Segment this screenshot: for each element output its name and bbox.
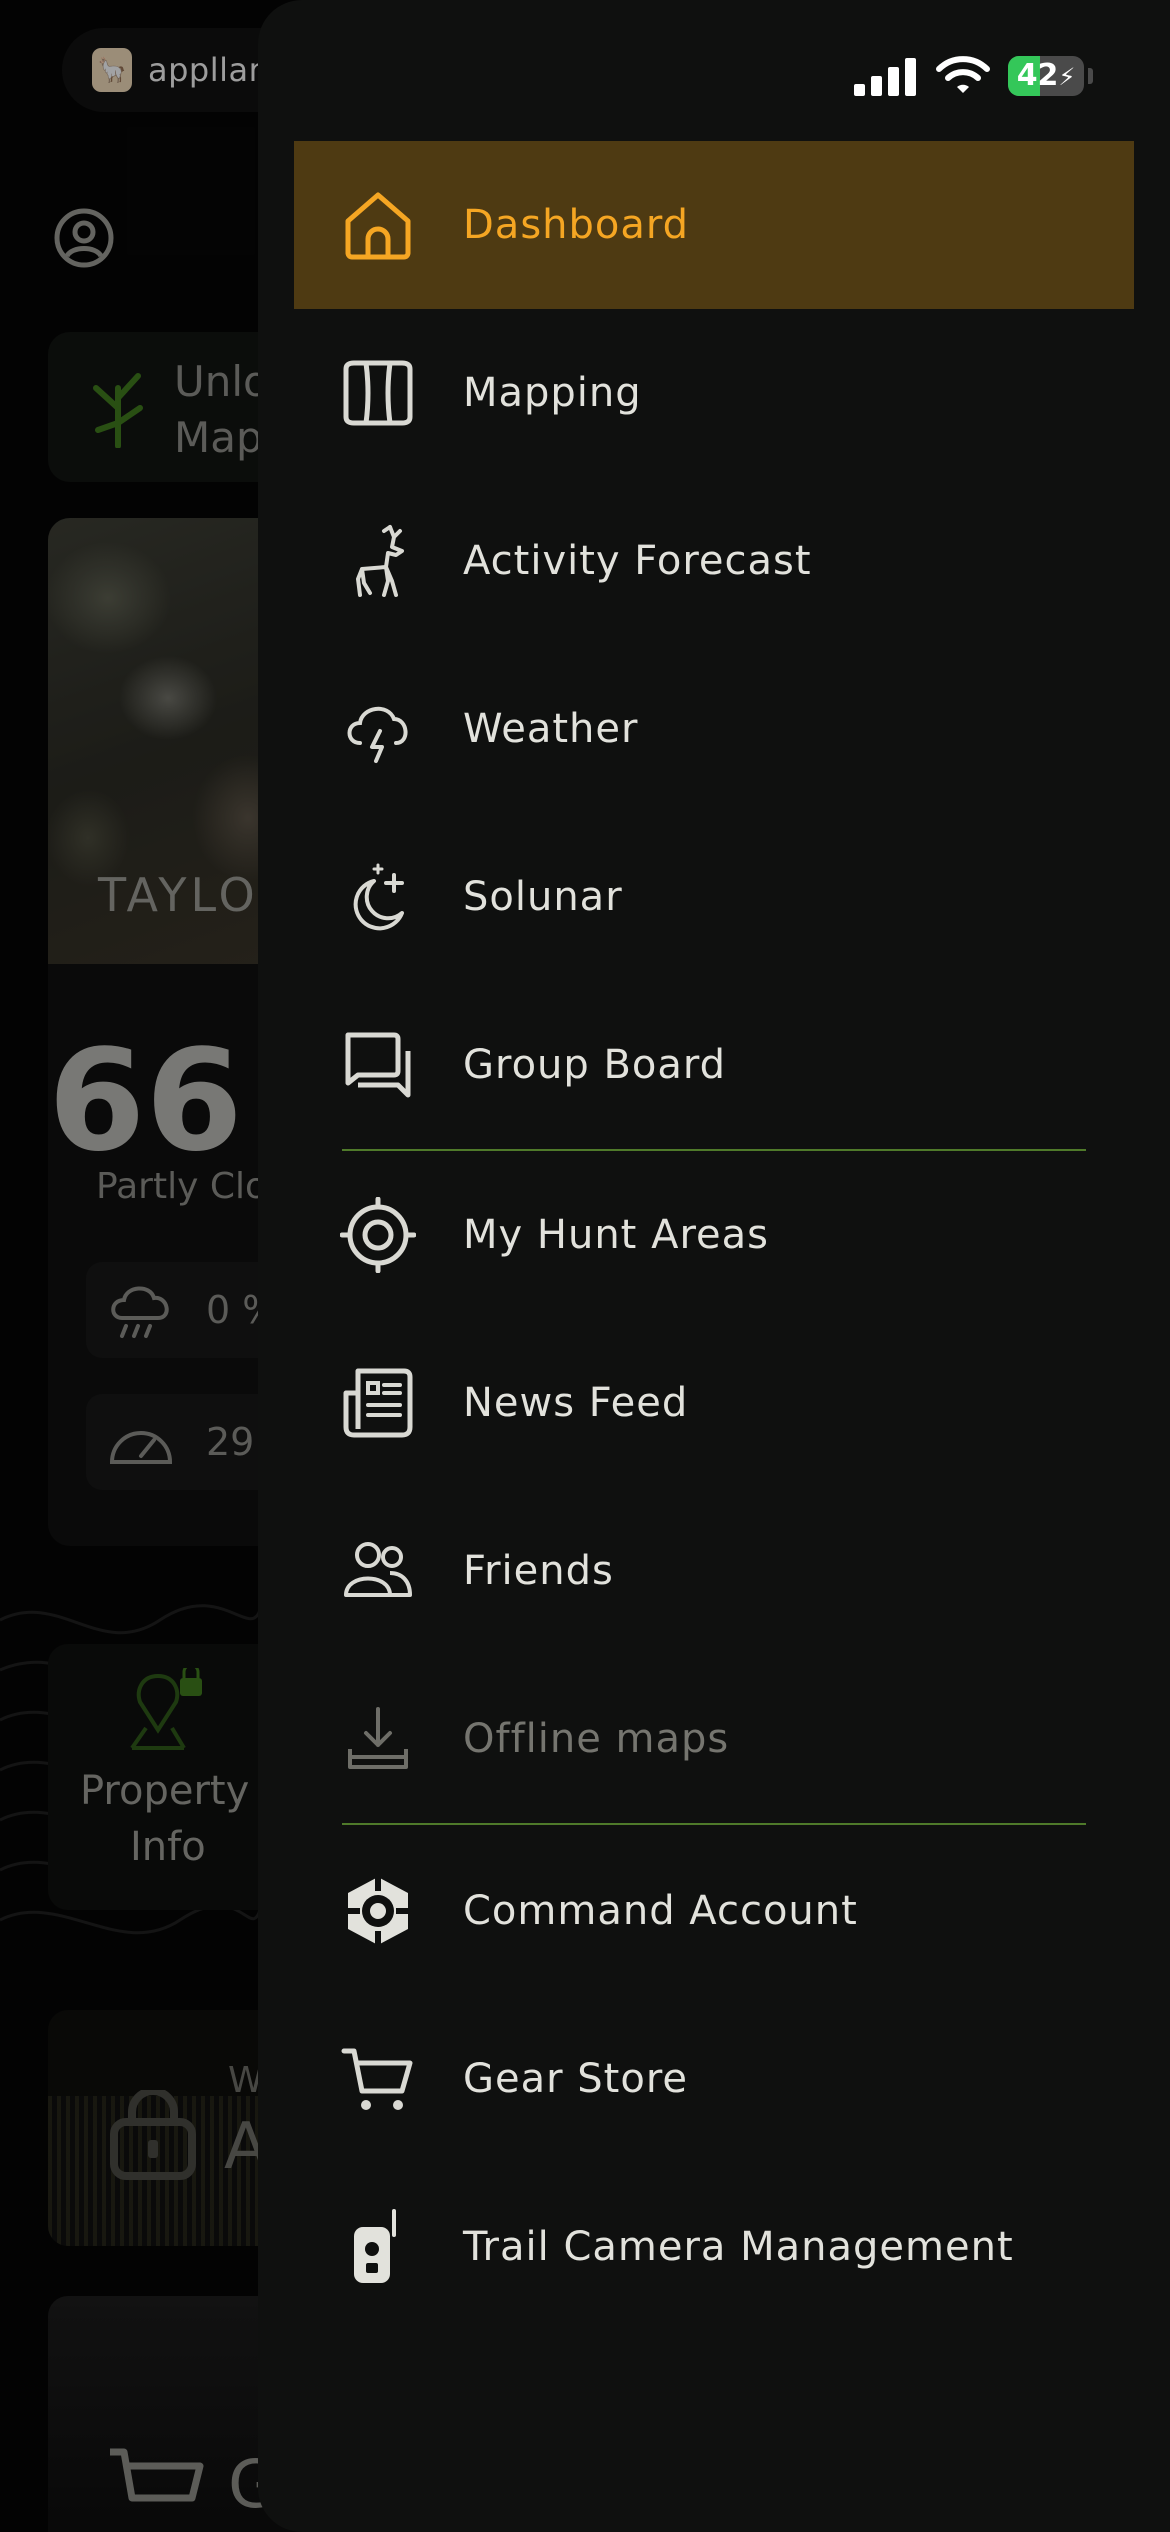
menu-item-label: Trail Camera Management [463, 2224, 1014, 2270]
map-icon [340, 355, 416, 431]
battery-percent-value: 42 [1016, 58, 1059, 93]
menu-divider [342, 1823, 1086, 1825]
menu-item-solunar[interactable]: Solunar [294, 813, 1134, 981]
download-icon [340, 1701, 416, 1777]
menu-item-label: Gear Store [463, 2056, 688, 2102]
menu-item-label: Friends [463, 1548, 614, 1594]
cellular-signal-icon [854, 58, 916, 96]
menu-item-command-account[interactable]: Command Account [294, 1827, 1134, 1995]
deer-icon [340, 523, 416, 599]
menu-item-trail-camera-management[interactable]: Trail Camera Management [294, 2163, 1134, 2331]
menu-item-activity-forecast[interactable]: Activity Forecast [294, 477, 1134, 645]
moon-stars-icon [340, 859, 416, 935]
menu-item-label: Offline maps [463, 1716, 730, 1762]
command-logo-icon [340, 1873, 416, 1949]
menu-item-dashboard[interactable]: Dashboard [294, 141, 1134, 309]
menu-item-label: Weather [463, 706, 639, 752]
wifi-icon [936, 56, 990, 93]
menu-item-mapping[interactable]: Mapping [294, 309, 1134, 477]
storm-cloud-icon [340, 691, 416, 767]
battery-cap [1088, 68, 1093, 84]
battery-percent: 42⚡ [1008, 58, 1084, 93]
menu-item-news-feed[interactable]: News Feed [294, 1319, 1134, 1487]
menu-item-label: Dashboard [463, 202, 690, 248]
chat-bubbles-icon [340, 1027, 416, 1103]
menu-item-label: My Hunt Areas [463, 1212, 769, 1258]
menu-item-label: Group Board [463, 1042, 727, 1088]
crosshair-icon [340, 1197, 416, 1273]
menu-item-group-board[interactable]: Group Board [294, 981, 1134, 1149]
home-icon [340, 187, 416, 263]
newspaper-icon [340, 1365, 416, 1441]
menu-item-weather[interactable]: Weather [294, 645, 1134, 813]
cart-icon [340, 2041, 416, 2117]
menu-item-label: News Feed [463, 1380, 689, 1426]
menu-item-gear-store[interactable]: Gear Store [294, 1995, 1134, 2163]
battery-indicator: 42⚡ [1008, 56, 1084, 96]
menu-item-my-hunt-areas[interactable]: My Hunt Areas [294, 1151, 1134, 1319]
friends-icon [340, 1533, 416, 1609]
menu-item-offline-maps[interactable]: Offline maps [294, 1655, 1134, 1823]
charging-bolt-icon: ⚡ [1058, 63, 1076, 91]
menu-item-friends[interactable]: Friends [294, 1487, 1134, 1655]
menu-item-label: Activity Forecast [463, 538, 812, 584]
trail-camera-icon [340, 2209, 416, 2285]
menu-item-label: Solunar [463, 874, 623, 920]
menu-item-label: Command Account [463, 1888, 858, 1934]
menu-item-label: Mapping [463, 370, 642, 416]
